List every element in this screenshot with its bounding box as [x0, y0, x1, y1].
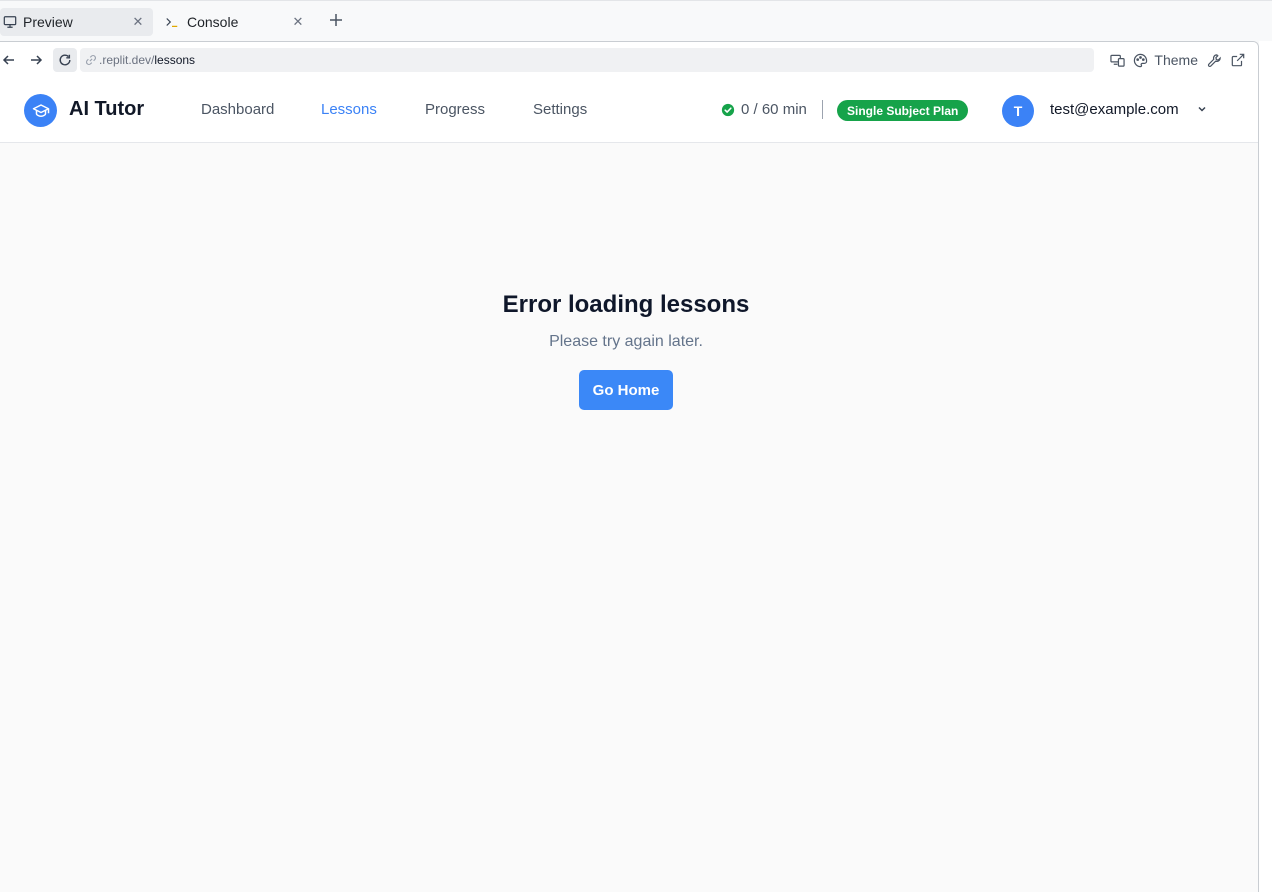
brand-name[interactable]: AI Tutor	[69, 98, 144, 121]
go-home-button[interactable]: Go Home	[579, 370, 673, 410]
palette-icon	[1133, 53, 1148, 68]
forward-button[interactable]	[24, 48, 48, 72]
tab-console[interactable]: Console ✕	[160, 8, 313, 36]
app-header: AI Tutor Dashboard Lessons Progress Sett…	[0, 78, 1258, 143]
tab-preview[interactable]: Preview ✕	[0, 8, 153, 36]
devices-icon[interactable]	[1105, 48, 1129, 72]
chevron-down-icon[interactable]	[1196, 103, 1208, 115]
address-bar: .replit.dev/lessons Theme	[0, 42, 1258, 78]
terminal-icon	[164, 14, 180, 30]
nav-settings[interactable]: Settings	[533, 101, 587, 118]
user-email[interactable]: test@example.com	[1050, 101, 1179, 118]
avatar[interactable]: T	[1002, 95, 1034, 127]
url-host: .replit.dev/	[99, 53, 155, 67]
close-icon[interactable]: ✕	[129, 14, 147, 30]
url-path: lessons	[154, 53, 196, 67]
check-circle-icon	[721, 103, 735, 117]
usage-indicator: 0 / 60 min	[721, 101, 807, 118]
theme-button[interactable]: Theme	[1133, 52, 1198, 68]
nav-progress[interactable]: Progress	[425, 101, 485, 118]
avatar-initial: T	[1013, 103, 1023, 119]
monitor-icon	[2, 14, 18, 30]
error-message: Please try again later.	[549, 333, 703, 350]
tab-strip: Preview ✕ Console ✕	[0, 0, 1272, 42]
nav-lessons[interactable]: Lessons	[321, 101, 377, 118]
main-content: Error loading lessons Please try again l…	[0, 143, 1258, 892]
tab-label: Console	[187, 14, 239, 30]
link-icon	[85, 54, 97, 66]
side-panel-edge	[1259, 41, 1272, 892]
address-bar-actions: Theme	[1105, 48, 1250, 72]
error-title: Error loading lessons	[502, 291, 750, 318]
external-link-icon[interactable]	[1226, 48, 1250, 72]
url-input[interactable]: .replit.dev/lessons	[80, 48, 1094, 72]
tab-label: Preview	[23, 14, 73, 30]
divider	[822, 100, 823, 119]
usage-text: 0 / 60 min	[741, 101, 807, 118]
plan-badge: Single Subject Plan	[837, 100, 969, 121]
reload-button[interactable]	[53, 48, 77, 72]
preview-frame: .replit.dev/lessons Theme AI Tutor Dashb…	[0, 41, 1259, 892]
wrench-icon[interactable]	[1202, 48, 1226, 72]
new-tab-button[interactable]	[326, 11, 346, 33]
theme-label: Theme	[1154, 52, 1198, 68]
graduation-cap-icon[interactable]	[24, 94, 57, 127]
nav-dashboard[interactable]: Dashboard	[201, 101, 274, 118]
close-icon[interactable]: ✕	[289, 14, 307, 30]
back-button[interactable]	[0, 48, 21, 72]
